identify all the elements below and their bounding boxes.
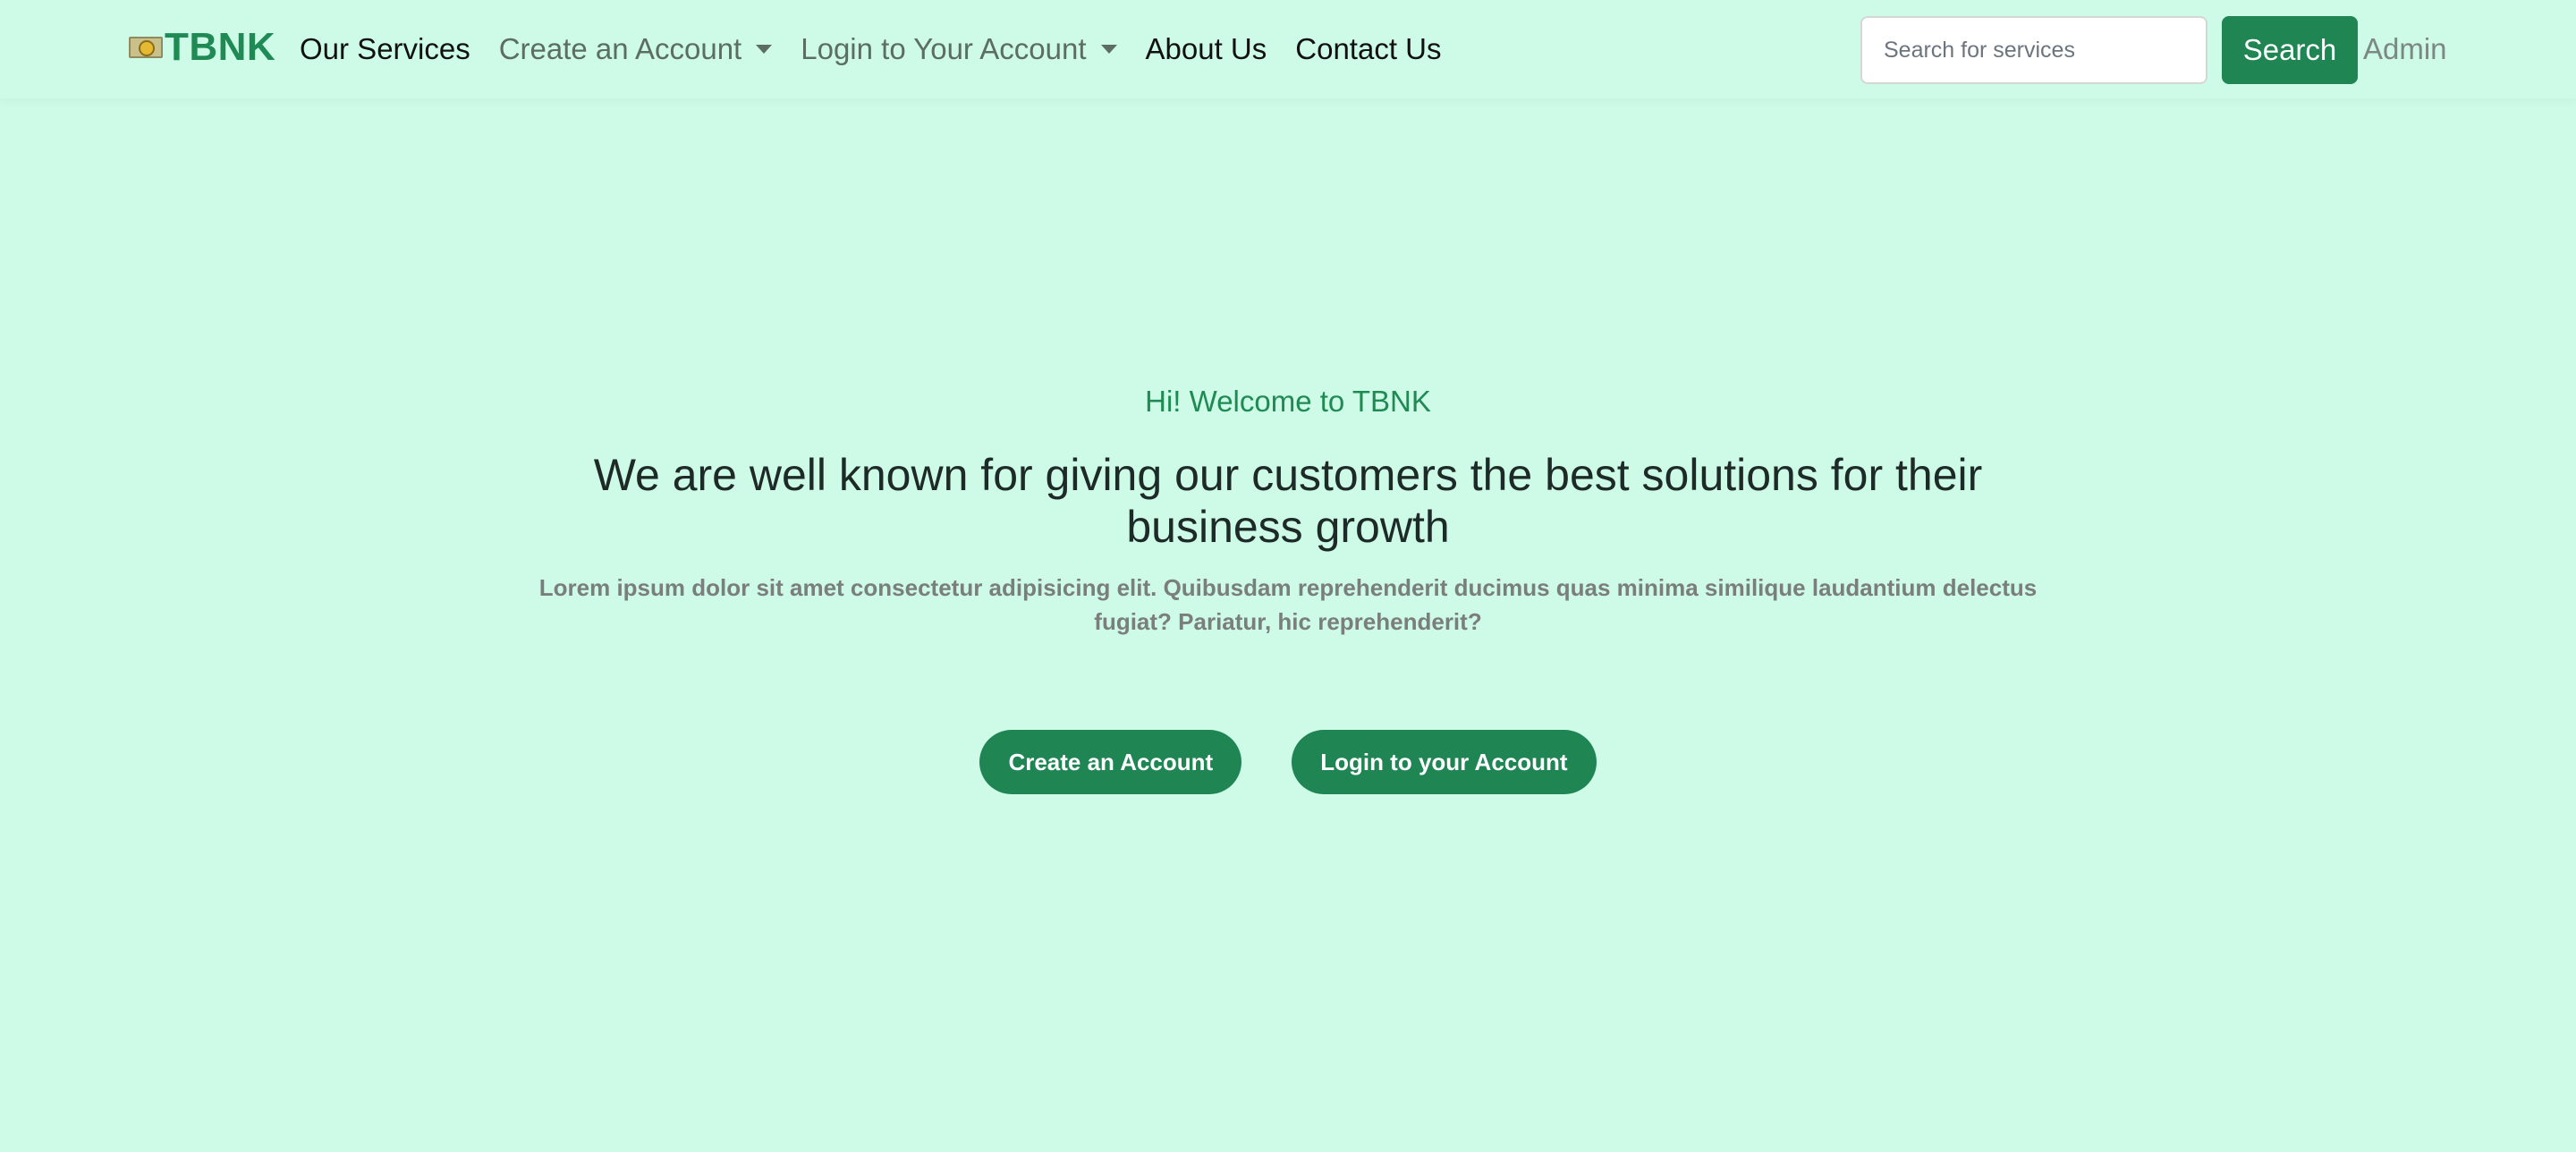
nav-our-services-label: Our Services [300,32,470,65]
top-navbar: TBNK Our Services Create an Account Logi… [0,0,2576,98]
create-account-button[interactable]: Create an Account [979,730,1242,794]
hero-subtitle: Lorem ipsum dolor sit amet consectetur a… [538,574,2038,635]
search-input[interactable] [1860,16,2207,84]
nav-menu: Our Services Create an Account Login to … [300,29,1470,70]
nav-create-account-dropdown[interactable]: Create an Account [499,32,773,66]
admin-link[interactable]: Admin [2363,32,2447,66]
nav-login-label: Login to Your Account [801,32,1087,65]
hero-actions: Create an Account Login to your Account [0,730,2576,794]
brand-name: TBNK [165,25,276,69]
login-account-button[interactable]: Login to your Account [1292,730,1597,794]
nav-about-us-label: About Us [1145,32,1267,65]
search-form: Search [1860,16,2358,84]
chevron-down-icon [1100,45,1117,54]
nav-our-services[interactable]: Our Services [300,32,470,66]
chevron-down-icon [756,45,773,54]
hero-kicker: Hi! Welcome to TBNK [1145,385,1431,418]
money-bill-icon [129,37,163,58]
nav-about-us[interactable]: About Us [1146,32,1267,66]
hero-title: We are well known for giving our custome… [593,450,1983,552]
nav-create-account-label: Create an Account [498,32,742,65]
nav-contact-us[interactable]: Contact Us [1295,32,1441,66]
nav-login-dropdown[interactable]: Login to Your Account [801,32,1117,66]
nav-contact-us-label: Contact Us [1295,32,1442,65]
hero-section: Hi! Welcome to TBNK We are well known fo… [0,385,2576,794]
brand-logo-link[interactable]: TBNK [129,25,275,70]
search-button[interactable]: Search [2222,16,2358,84]
